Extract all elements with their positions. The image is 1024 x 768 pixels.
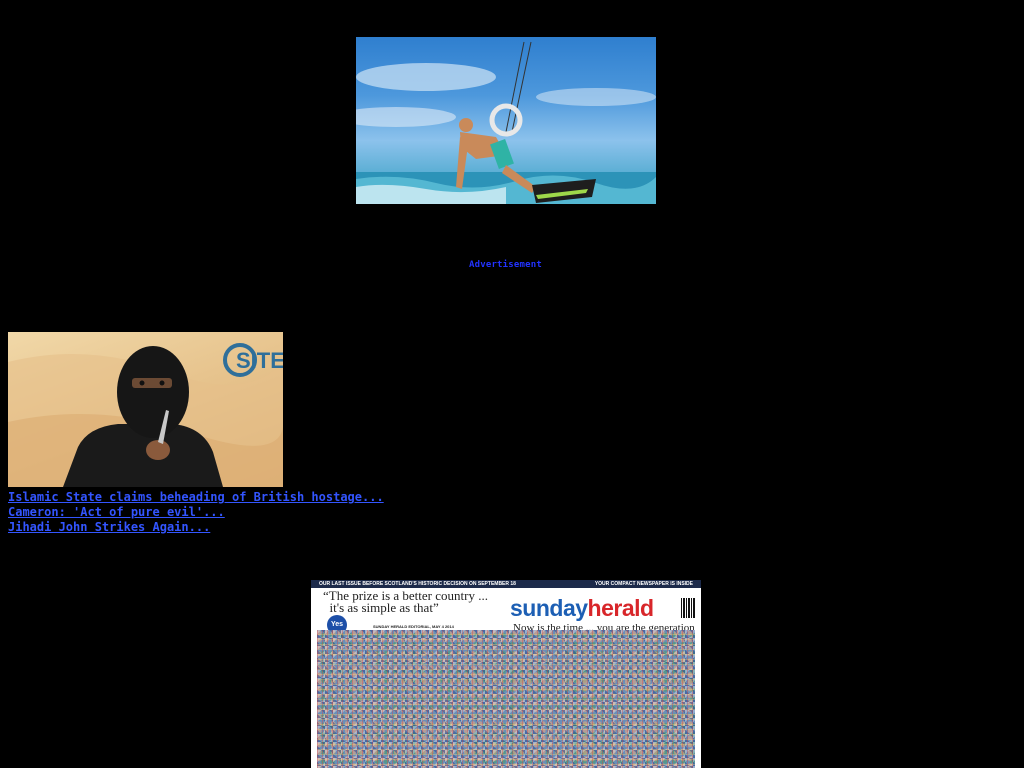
photo-mosaic [317,630,695,768]
ad-kitesurf-image[interactable] [356,37,656,204]
newspaper-quote: “The prize is a better country ... it's … [323,588,488,615]
headline-link-jihadi-john[interactable]: Jihadi John Strikes Again... [8,520,384,535]
newspaper-topbar-right: YOUR COMPACT NEWSPAPER IS INSIDE [594,581,693,587]
newspaper-header: “The prize is a better country ... it's … [311,588,701,635]
newspaper-front-page[interactable]: OUR LAST ISSUE BEFORE SCOTLAND'S HISTORI… [311,580,701,768]
headline-link-beheading[interactable]: Islamic State claims beheading of Britis… [8,490,384,505]
masthead-herald: herald [587,595,655,621]
newspaper-topbar: OUR LAST ISSUE BEFORE SCOTLAND'S HISTORI… [311,580,701,588]
headline-photo[interactable]: SITE [8,332,283,487]
advertisement-label: Advertisement [468,260,543,270]
newspaper-masthead: sundayherald [510,597,654,620]
headline-links: Islamic State claims beheading of Britis… [8,490,384,535]
newspaper-topbar-left: OUR LAST ISSUE BEFORE SCOTLAND'S HISTORI… [319,581,516,587]
barcode-icon [681,598,695,618]
newspaper-editorial-credit: SUNDAY HERALD EDITORIAL, MAY 4 2014 [373,624,454,629]
masthead-sunday: sunday [510,595,588,621]
svg-text:SITE: SITE [236,348,283,373]
page: Advertisement SITE Islamic State claims … [0,0,1011,768]
headline-link-cameron[interactable]: Cameron: 'Act of pure evil'... [8,505,384,520]
